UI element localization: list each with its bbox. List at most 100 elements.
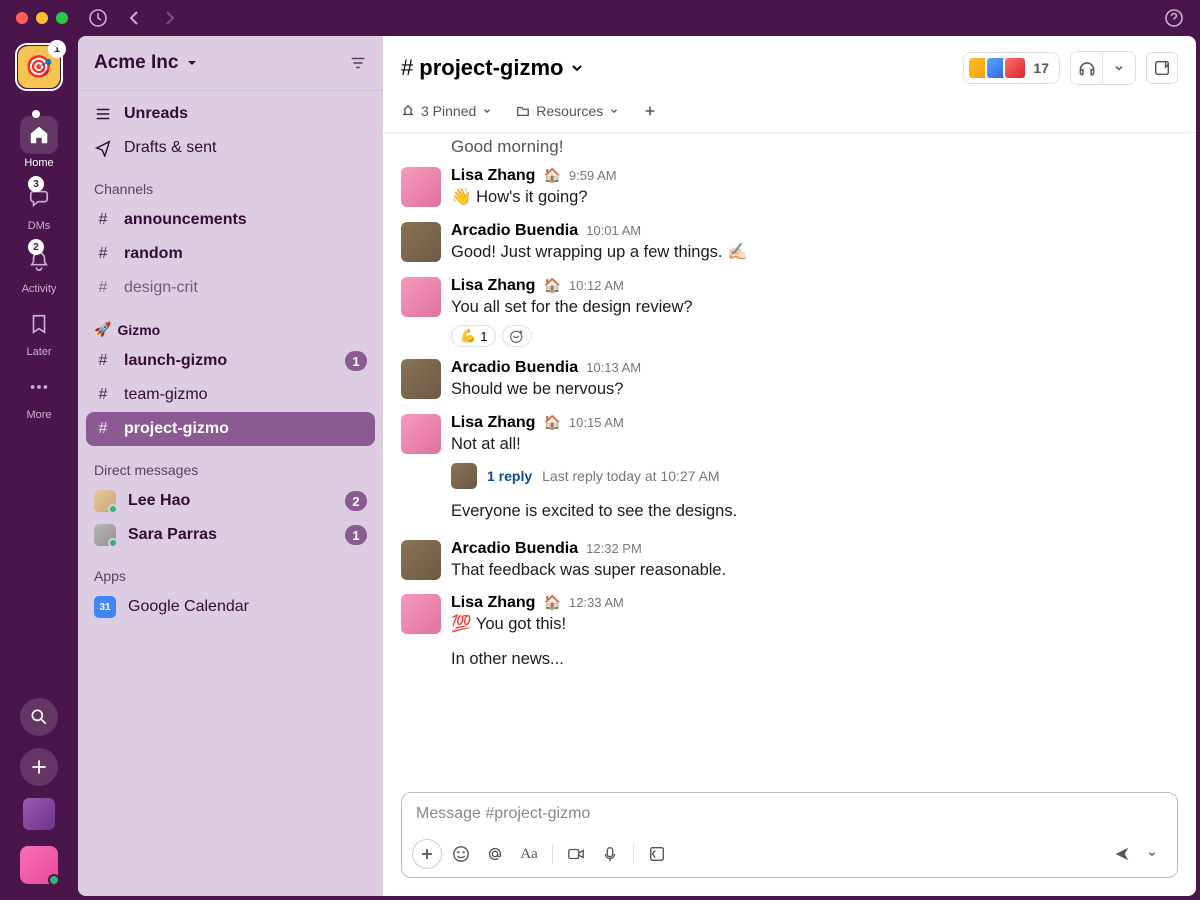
hash-icon: # xyxy=(94,279,112,297)
thread-link[interactable]: 1 replyLast reply today at 10:27 AM xyxy=(451,463,1178,489)
message[interactable]: Arcadio Buendia10:01 AMGood! Just wrappi… xyxy=(401,216,1178,271)
message-time: 10:15 AM xyxy=(569,415,624,430)
chevron-down-icon xyxy=(569,60,585,76)
audio-button[interactable] xyxy=(595,839,625,869)
user-avatar[interactable] xyxy=(20,846,58,884)
channel-project-gizmo[interactable]: #project-gizmo xyxy=(86,412,375,446)
rail-activity[interactable]: Activity 2 xyxy=(20,242,58,295)
rail-home[interactable]: Home xyxy=(20,116,58,169)
rail-more-label: More xyxy=(26,409,51,421)
sidebar: Acme Inc Unreads Drafts & sent Channels … xyxy=(78,36,383,896)
dms-header[interactable]: Direct messages xyxy=(78,446,383,484)
avatar xyxy=(94,524,116,546)
members-button[interactable]: 17 xyxy=(963,52,1060,84)
sidebar-unreads[interactable]: Unreads xyxy=(78,97,383,131)
pinned-tab[interactable]: 3 Pinned xyxy=(401,103,492,119)
add-reaction[interactable] xyxy=(502,325,532,347)
emoji-button[interactable] xyxy=(446,839,476,869)
gizmo-header[interactable]: 🚀 Gizmo xyxy=(78,305,383,344)
message[interactable]: Lisa Zhang🏠9:59 AM👋 How's it going? xyxy=(401,161,1178,216)
message-author[interactable]: Lisa Zhang xyxy=(451,167,535,185)
mention-button[interactable] xyxy=(480,839,510,869)
folder-icon xyxy=(516,104,530,118)
resources-tab[interactable]: Resources xyxy=(516,103,619,119)
dms-badge: 3 xyxy=(28,176,44,192)
message[interactable]: Lisa Zhang🏠10:12 AMYou all set for the d… xyxy=(401,271,1178,354)
compose-button[interactable] xyxy=(20,748,58,786)
dm-sara-parras[interactable]: Sara Parras1 xyxy=(78,518,383,552)
message-author[interactable]: Arcadio Buendia xyxy=(451,540,578,558)
message-author[interactable]: Arcadio Buendia xyxy=(451,222,578,240)
add-bookmark[interactable] xyxy=(643,104,657,118)
message-text: You all set for the design review? xyxy=(451,295,1178,320)
plus-icon xyxy=(643,104,657,118)
message[interactable]: Arcadio Buendia10:13 AMShould we be nerv… xyxy=(401,353,1178,408)
message[interactable]: Lisa Zhang🏠12:33 AM💯 You got this! xyxy=(401,588,1178,643)
format-button[interactable]: Aa xyxy=(514,839,544,869)
message-list[interactable]: Good morning! Lisa Zhang🏠9:59 AM👋 How's … xyxy=(383,133,1196,792)
channel-announcements[interactable]: #announcements xyxy=(78,203,383,237)
maximize-window[interactable] xyxy=(56,12,68,24)
workspace-switcher[interactable]: 🎯1 xyxy=(18,46,60,88)
message-text: 💯 You got this! xyxy=(451,612,1178,637)
hash-icon: # xyxy=(94,211,112,229)
shortcuts-button[interactable] xyxy=(642,839,672,869)
chevron-down-icon xyxy=(609,106,619,116)
app-google-calendar[interactable]: 31Google Calendar xyxy=(78,590,383,624)
message-time: 12:33 AM xyxy=(569,595,624,610)
back-button[interactable] xyxy=(124,8,144,28)
forward-button[interactable] xyxy=(160,8,180,28)
message-time: 10:13 AM xyxy=(586,360,641,375)
sidebar-drafts[interactable]: Drafts & sent xyxy=(78,131,383,165)
channel-random[interactable]: #random xyxy=(78,237,383,271)
pin-icon xyxy=(401,104,415,118)
workspace-name[interactable]: Acme Inc xyxy=(94,52,200,74)
message[interactable]: Arcadio Buendia12:32 PMThat feedback was… xyxy=(401,534,1178,589)
channel-team-gizmo[interactable]: #team-gizmo xyxy=(78,378,383,412)
message-author[interactable]: Lisa Zhang xyxy=(451,277,535,295)
message-author[interactable]: Lisa Zhang xyxy=(451,414,535,432)
attach-button[interactable] xyxy=(412,839,442,869)
huddle-button[interactable] xyxy=(1071,52,1103,84)
members-count: 17 xyxy=(1033,60,1049,76)
channel-title[interactable]: # project-gizmo xyxy=(401,55,585,81)
rail-activity-label: Activity xyxy=(22,283,57,295)
search-button[interactable] xyxy=(20,698,58,736)
avatar xyxy=(401,540,441,580)
message-author[interactable]: Arcadio Buendia xyxy=(451,359,578,377)
avatar xyxy=(94,490,116,512)
history-icon[interactable] xyxy=(88,8,108,28)
composer-input[interactable]: Message #project-gizmo xyxy=(402,793,1177,835)
channel-design-crit[interactable]: #design-crit xyxy=(78,271,383,305)
huddle-dropdown[interactable] xyxy=(1103,52,1135,84)
reaction[interactable]: 💪 1 xyxy=(451,325,496,347)
send-button[interactable] xyxy=(1107,839,1137,869)
app-icon: 31 xyxy=(94,596,116,618)
message-composer[interactable]: Message #project-gizmo Aa xyxy=(401,792,1178,878)
message-author[interactable]: Lisa Zhang xyxy=(451,594,535,612)
rail-later[interactable]: Later xyxy=(20,305,58,358)
canvas-button[interactable] xyxy=(1146,52,1178,84)
video-button[interactable] xyxy=(561,839,591,869)
rail-dms[interactable]: DMs 3 xyxy=(20,179,58,232)
close-window[interactable] xyxy=(16,12,28,24)
secondary-avatar[interactable] xyxy=(23,798,55,830)
hash-icon: # xyxy=(94,420,112,438)
help-icon[interactable] xyxy=(1164,8,1184,28)
message-time: 12:32 PM xyxy=(586,541,642,556)
avatar xyxy=(451,463,477,489)
chevron-down-icon xyxy=(184,55,200,71)
rail-more[interactable]: More xyxy=(20,368,58,421)
apps-header[interactable]: Apps xyxy=(78,552,383,590)
hash-icon: # xyxy=(94,352,112,370)
message-text: 👋 How's it going? xyxy=(451,185,1178,210)
channels-header[interactable]: Channels xyxy=(78,165,383,203)
filter-icon[interactable] xyxy=(349,54,367,72)
presence-indicator xyxy=(48,874,60,886)
send-options[interactable] xyxy=(1137,839,1167,869)
minimize-window[interactable] xyxy=(36,12,48,24)
channel-launch-gizmo[interactable]: #launch-gizmo1 xyxy=(78,344,383,378)
dm-lee-hao[interactable]: Lee Hao2 xyxy=(78,484,383,518)
message[interactable]: Lisa Zhang🏠10:15 AMNot at all!1 replyLas… xyxy=(401,408,1178,495)
rail: 🎯1 Home DMs 3 Activity 2 Later More xyxy=(0,36,78,900)
